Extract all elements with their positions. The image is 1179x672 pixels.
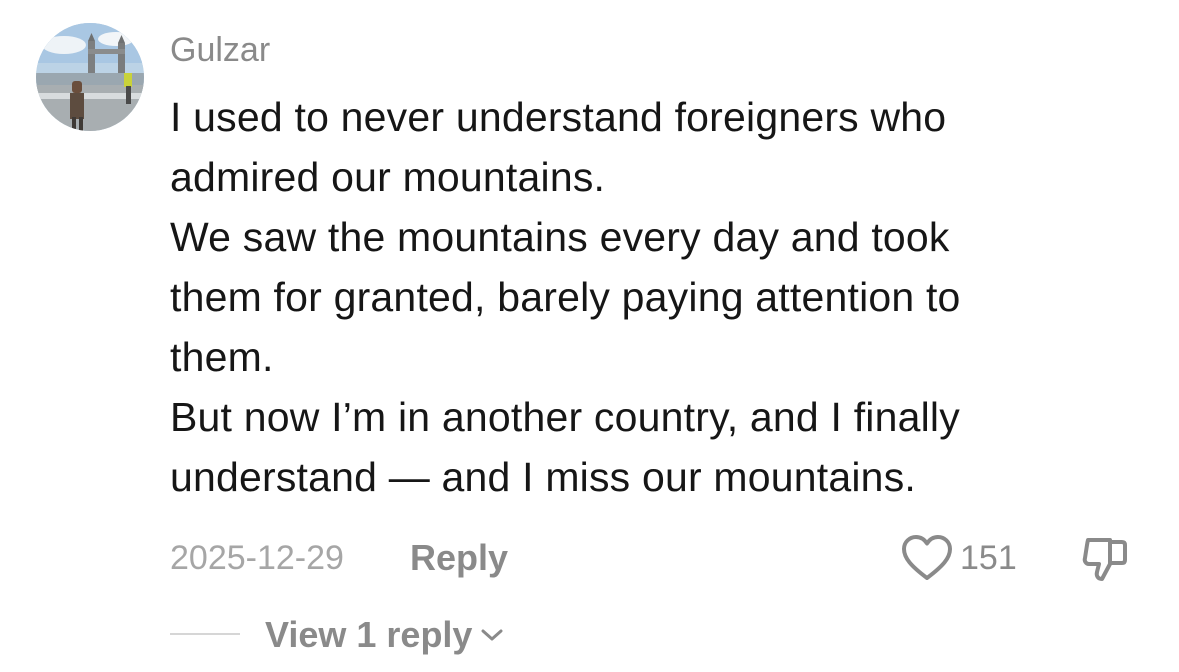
comment-body-line: them for granted, barely paying attentio… <box>170 274 961 320</box>
comment-body-line: them. <box>170 334 274 380</box>
comment-item: Gulzar I used to never understand foreig… <box>0 0 1179 672</box>
comment-username[interactable]: Gulzar <box>170 28 270 72</box>
replies-row: View 1 reply <box>170 612 670 658</box>
comment-body-line: understand — and I miss our mountains. <box>170 454 916 500</box>
comment-body: I used to never understand foreigners wh… <box>170 87 1150 507</box>
comment-body-line: We saw the mountains every day and took <box>170 214 950 260</box>
profile-photo <box>36 23 144 131</box>
view-replies-button[interactable]: View 1 reply <box>265 612 504 658</box>
heart-outline-icon[interactable] <box>900 533 954 583</box>
like-button[interactable]: 151 <box>900 532 1017 584</box>
comment-body-line: But now I’m in another country, and I fi… <box>170 394 960 440</box>
thumbs-down-icon[interactable] <box>1080 534 1130 584</box>
reply-button[interactable]: Reply <box>410 536 508 580</box>
comment-date: 2025-12-29 <box>170 539 344 577</box>
comment-body-line: I used to never understand foreigners wh… <box>170 94 947 140</box>
view-replies-label: View 1 reply <box>265 614 473 655</box>
avatar[interactable] <box>36 23 144 131</box>
comment-body-line: admired our mountains. <box>170 154 606 200</box>
chevron-down-icon <box>481 629 503 641</box>
like-count: 151 <box>960 538 1017 577</box>
comment-meta-row: 2025-12-29 Reply 151 <box>170 532 1150 584</box>
replies-divider <box>170 633 240 635</box>
